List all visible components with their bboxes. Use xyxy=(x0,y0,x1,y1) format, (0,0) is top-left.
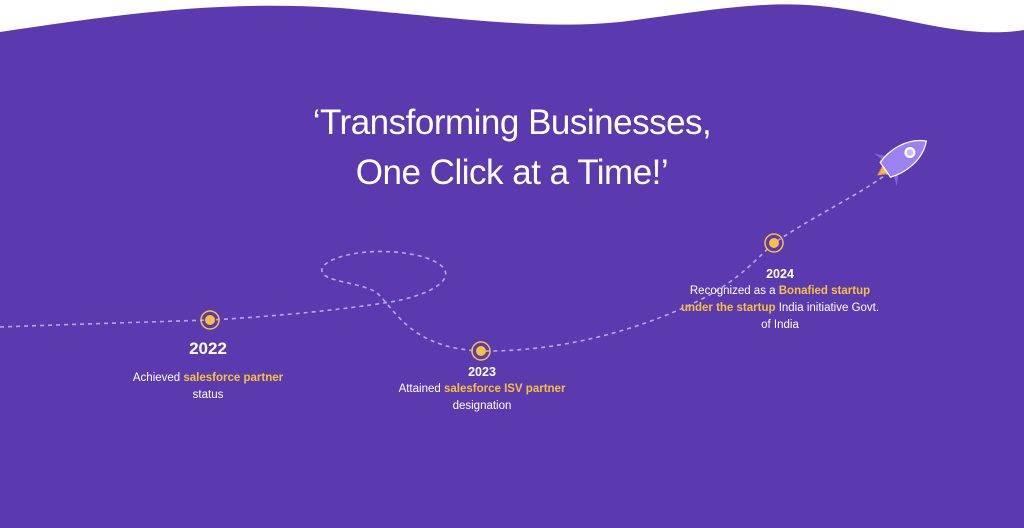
milestone-text-post: status xyxy=(192,389,224,401)
headline-line-2: One Click at a Time!’ xyxy=(355,153,669,192)
milestone-year: 2022 xyxy=(189,339,227,358)
milestone-2022: 2022 Achieved salesforce partner status xyxy=(108,338,308,404)
milestone-2024: 2024 Recognized as a Bonafied startup un… xyxy=(680,266,880,334)
milestone-highlight: salesforce partner xyxy=(183,372,284,384)
milestone-text-post: India initiative Govt. of India xyxy=(761,302,880,331)
milestone-text-post: designation xyxy=(452,400,512,412)
milestone-2023: 2023 Attained salesforce ISV partner des… xyxy=(392,364,572,415)
headline-line-1: ‘Transforming Businesses, xyxy=(312,103,712,142)
milestone-text-pre: Attained xyxy=(398,383,444,395)
milestone-year: 2024 xyxy=(766,267,794,281)
milestone-highlight: salesforce ISV partner xyxy=(443,383,566,395)
milestone-year: 2023 xyxy=(468,365,496,379)
timeline-section: ‘Transforming Businesses, One Click at a… xyxy=(0,0,1024,528)
headline: ‘Transforming Businesses, One Click at a… xyxy=(212,98,812,198)
timeline-graphic xyxy=(0,4,1024,528)
milestone-text-pre: Recognized as a xyxy=(689,285,779,297)
milestone-text-pre: Achieved xyxy=(132,372,184,384)
